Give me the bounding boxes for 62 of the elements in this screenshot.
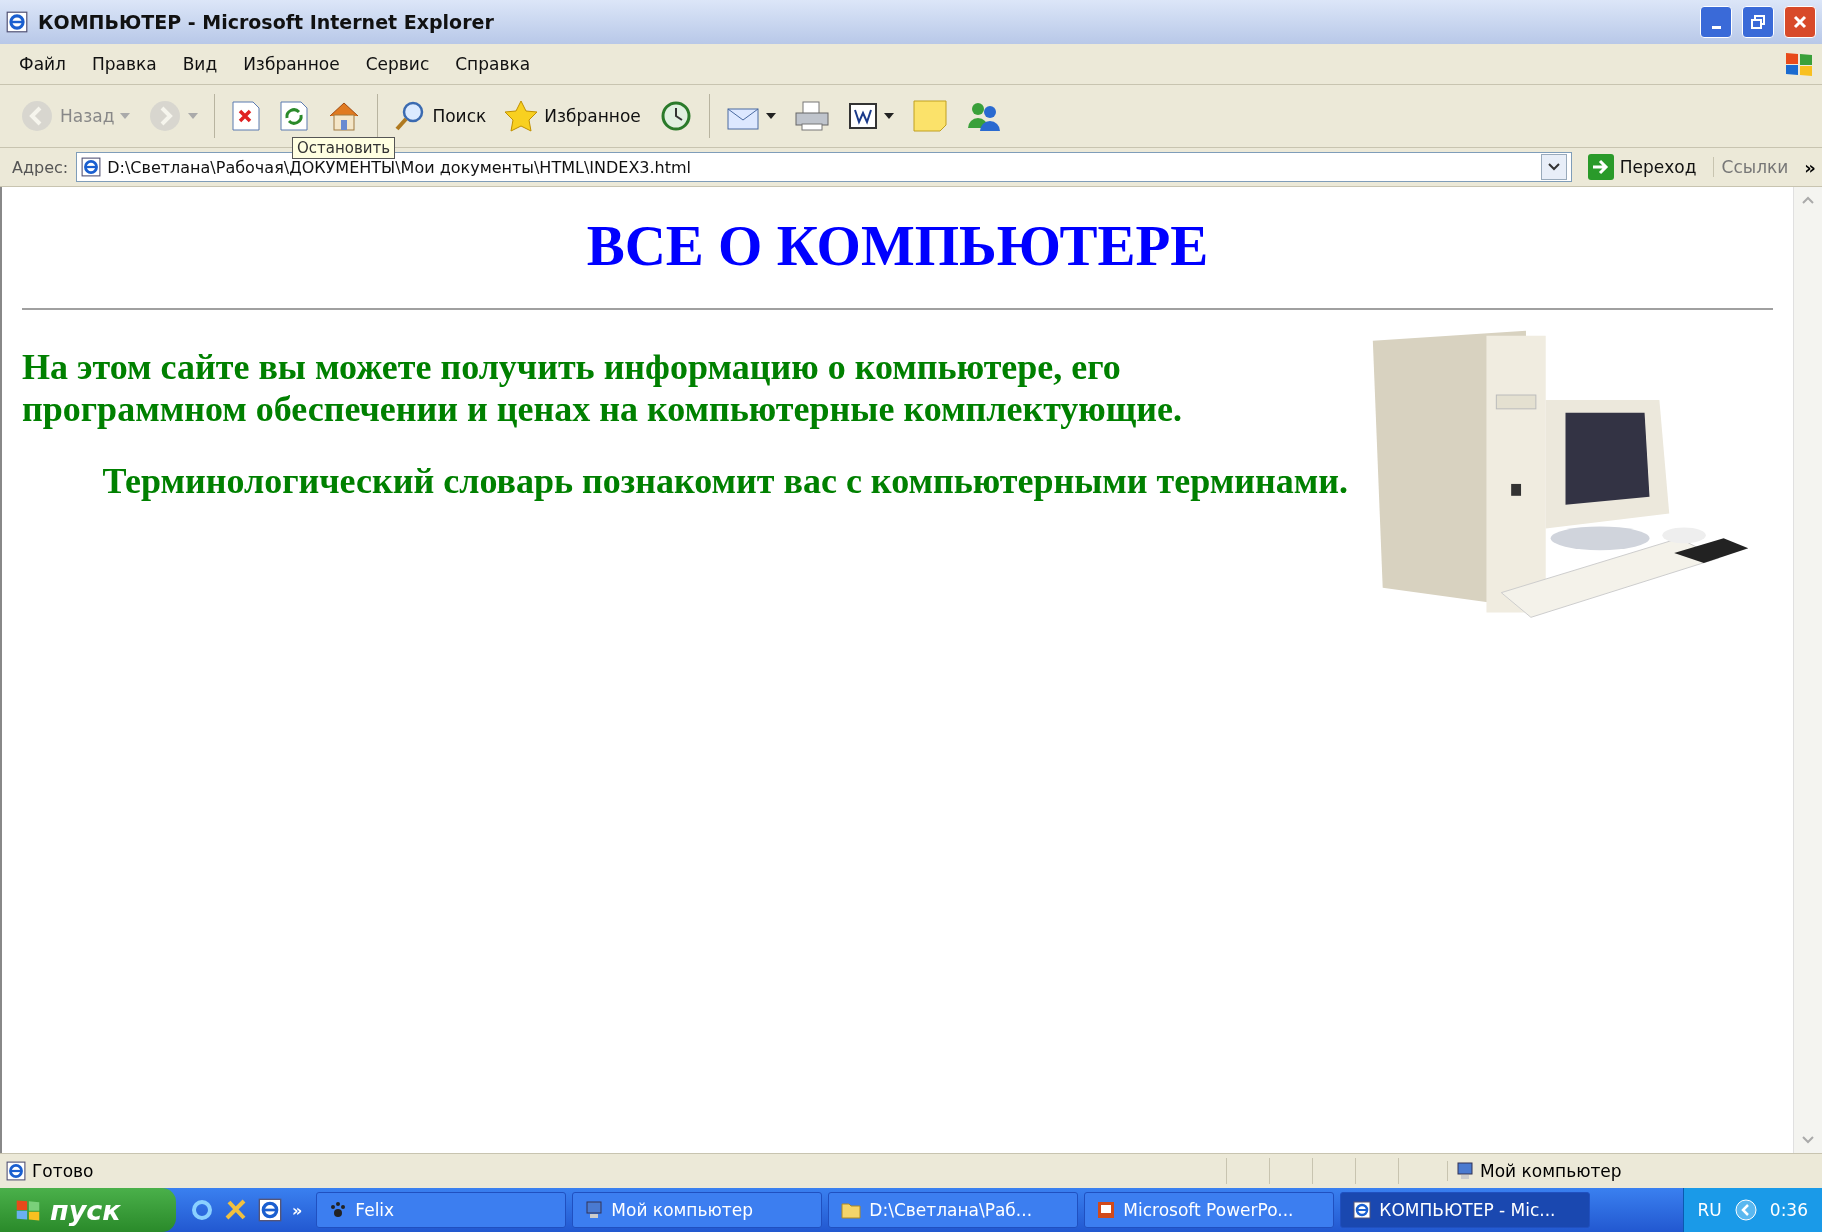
folder-icon bbox=[841, 1201, 862, 1219]
menu-item[interactable]: Правка bbox=[80, 51, 168, 77]
star-icon bbox=[504, 100, 539, 132]
browser-icon bbox=[258, 1198, 282, 1222]
taskbar-button[interactable]: Мой компьютер bbox=[572, 1192, 823, 1228]
stop-icon bbox=[231, 100, 262, 132]
caret-icon[interactable] bbox=[883, 113, 894, 119]
paragraph: Терминологический словарь познакомит вас с компьютерными терминами. bbox=[101, 460, 1349, 502]
note-icon bbox=[911, 99, 948, 133]
more-button[interactable]: » bbox=[1804, 156, 1816, 178]
menu-item[interactable]: Избранное bbox=[232, 51, 351, 77]
more-button[interactable]: » bbox=[292, 1200, 303, 1220]
chevron-up-icon bbox=[1802, 196, 1814, 204]
taskbar-button[interactable]: КОМПЬЮТЕР - Mic... bbox=[1340, 1192, 1591, 1228]
people-icon bbox=[965, 100, 1002, 132]
document-icon bbox=[847, 102, 878, 130]
restore-icon bbox=[1751, 15, 1765, 29]
start-button[interactable]: пуск bbox=[0, 1188, 176, 1232]
tooltip: Остановить bbox=[292, 137, 396, 159]
page-icon bbox=[81, 157, 102, 177]
search-button[interactable]: Поиск bbox=[388, 96, 493, 136]
status-text: Готово bbox=[32, 1161, 95, 1181]
minimize-button[interactable] bbox=[1700, 6, 1732, 38]
page-icon bbox=[6, 1161, 26, 1181]
restore-button[interactable] bbox=[1742, 6, 1774, 38]
slides-icon bbox=[1097, 1201, 1116, 1219]
paragraph: На этом сайте вы можете получить информацию о компьютере, его программном обеспечении и ценах на компьютерные комплектующие. bbox=[22, 346, 1183, 430]
close-button[interactable] bbox=[1784, 6, 1816, 38]
printer-icon bbox=[793, 100, 830, 132]
chevron-down-icon bbox=[1802, 1136, 1814, 1144]
forward-icon bbox=[148, 99, 183, 133]
taskbar-button[interactable]: D:\Светлана\Раб... bbox=[828, 1192, 1079, 1228]
page-heading: ВСЕ О КОМПЬЮТЕРЕ bbox=[585, 213, 1210, 278]
menu-item[interactable]: Сервис bbox=[354, 51, 441, 77]
taskbar-button[interactable]: Microsoft PowerPo... bbox=[1084, 1192, 1335, 1228]
address-label: Адрес: bbox=[12, 157, 69, 177]
refresh-icon bbox=[279, 100, 310, 132]
taskbar-button[interactable]: Felix bbox=[316, 1192, 567, 1228]
tools-icon[interactable] bbox=[224, 1198, 248, 1222]
window-title: КОМПЬЮТЕР - Microsoft Internet Explorer bbox=[38, 11, 495, 33]
back-icon bbox=[20, 99, 54, 133]
chevron-down-icon bbox=[1547, 163, 1560, 171]
close-icon bbox=[1793, 15, 1807, 29]
search-icon[interactable] bbox=[190, 1198, 214, 1222]
address-field[interactable]: D:\Светлана\Рабочая\ДОКУМЕНТЫ\Мои документы\HTML\INDEX3.html bbox=[76, 152, 1572, 182]
computer-icon bbox=[585, 1201, 604, 1219]
computer-icon bbox=[1456, 1162, 1474, 1180]
minimize-icon bbox=[1711, 25, 1721, 29]
menu-item[interactable]: Файл bbox=[8, 51, 77, 77]
go-button[interactable]: Переход bbox=[1579, 154, 1705, 180]
browser-icon bbox=[1353, 1201, 1372, 1219]
links-button[interactable]: Ссылки bbox=[1712, 157, 1797, 177]
caret-icon[interactable] bbox=[765, 113, 776, 119]
zone-text: Мой компьютер bbox=[1480, 1161, 1622, 1181]
favorites-button[interactable]: Избранное bbox=[498, 96, 647, 136]
clock: 0:36 bbox=[1769, 1200, 1808, 1220]
browser-icon bbox=[6, 11, 28, 33]
chevron-icon[interactable] bbox=[1733, 1198, 1758, 1222]
dropdown-button[interactable] bbox=[1540, 154, 1567, 180]
menu-item[interactable]: Вид bbox=[171, 51, 229, 77]
menu-item[interactable]: Справка bbox=[444, 51, 542, 77]
paw-icon bbox=[329, 1201, 348, 1219]
